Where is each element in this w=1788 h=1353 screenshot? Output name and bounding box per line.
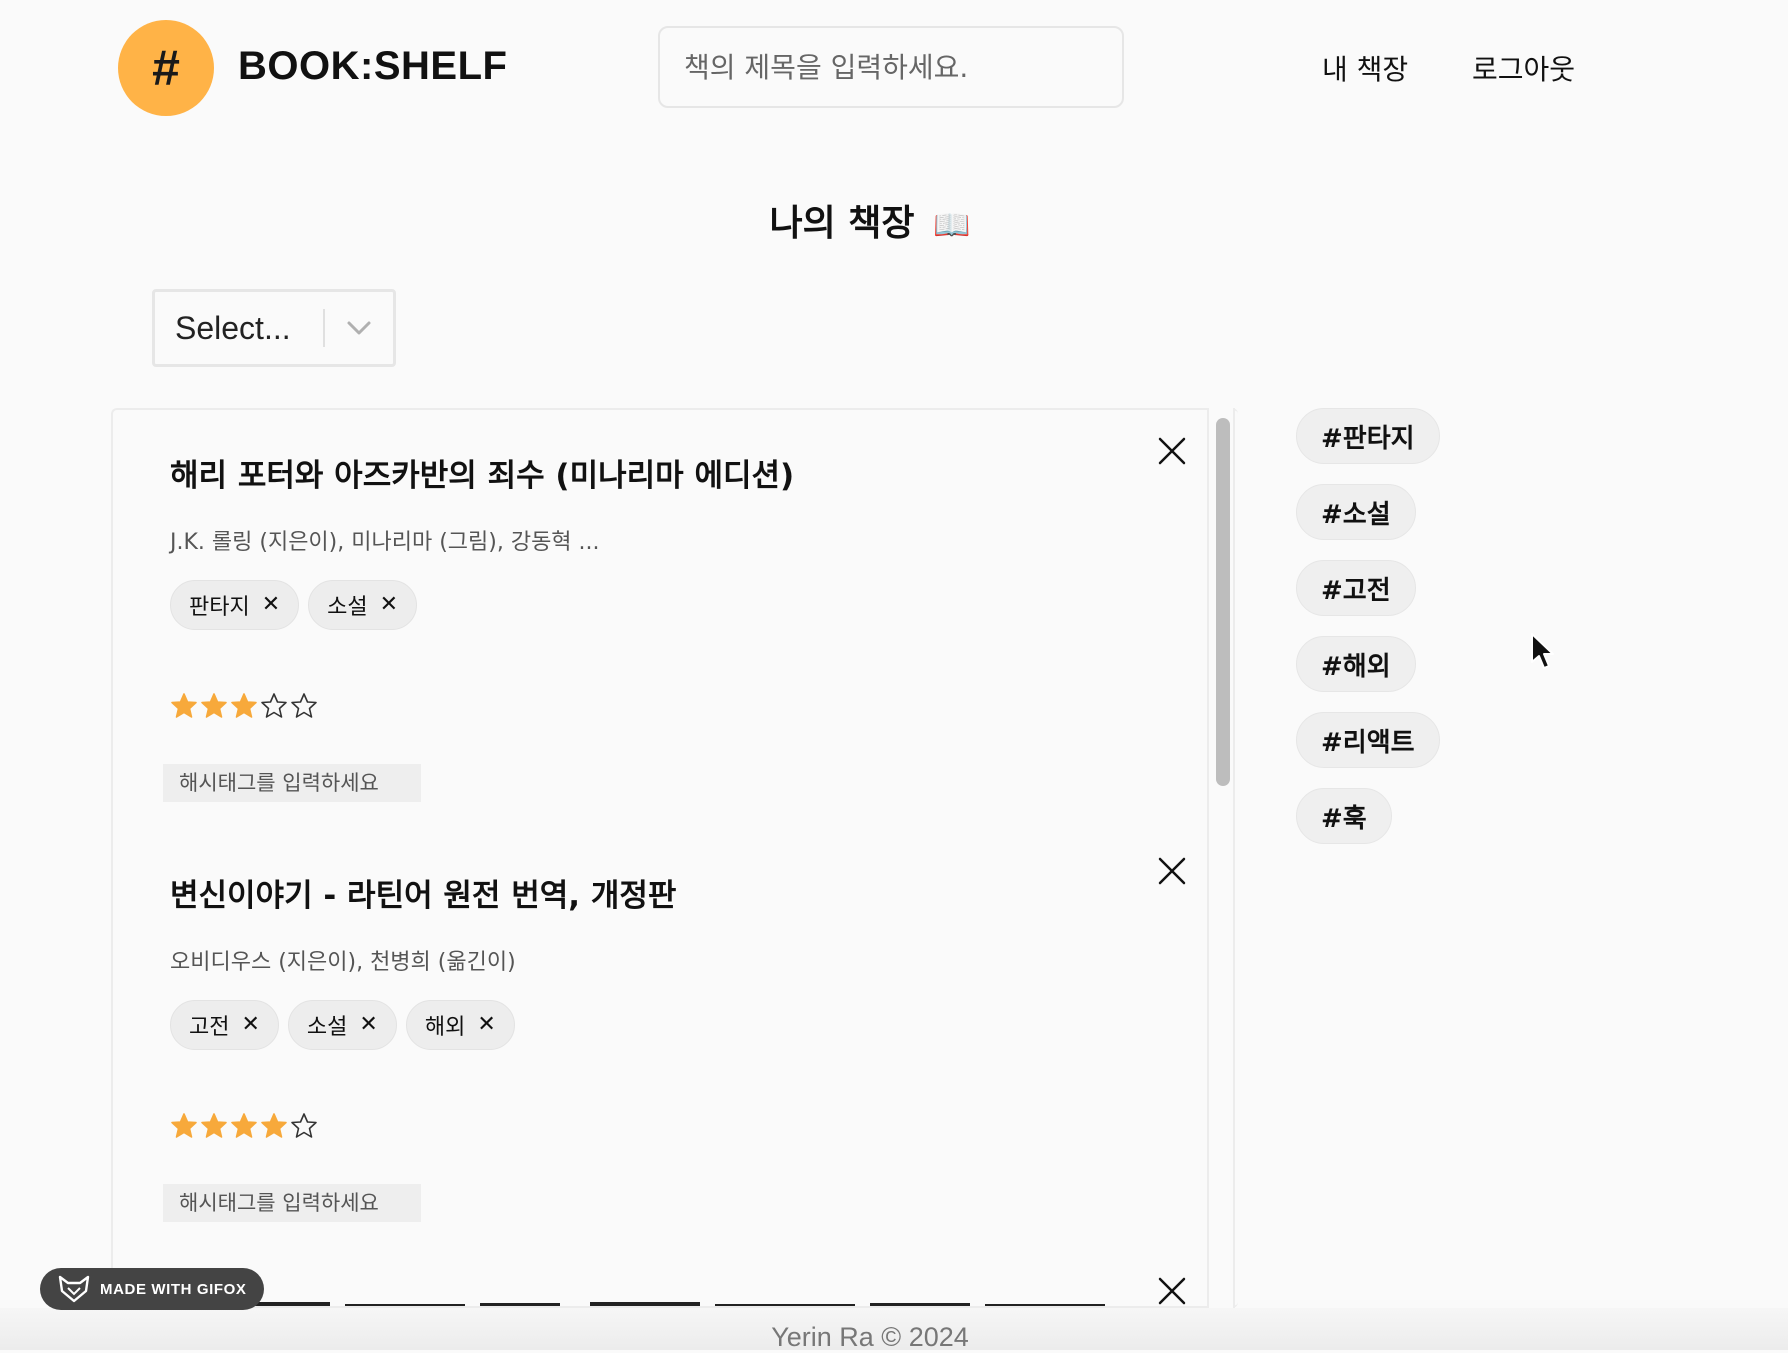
star-filled-icon[interactable] [260,1112,288,1140]
star-filled-icon[interactable] [170,692,198,720]
remove-tag-icon[interactable]: ✕ [477,1014,495,1036]
book-tag: 해외 ✕ [405,1000,515,1050]
hashtag-filter[interactable]: #판타지 [1296,408,1440,464]
star-filled-icon[interactable] [230,1112,258,1140]
book-title-partial [170,1299,1120,1306]
star-empty-icon[interactable] [290,1112,318,1140]
tag-label: 고전 [189,1015,230,1040]
star-empty-icon[interactable] [260,692,288,720]
star-filled-icon[interactable] [170,1112,198,1140]
remove-tag-icon[interactable]: ✕ [380,594,398,616]
book-tags: 고전 ✕ 소설 ✕ 해외 ✕ [170,1000,515,1050]
mouse-cursor-icon [1531,633,1554,669]
close-icon[interactable] [1155,434,1189,468]
tag-label: 소설 [327,595,368,620]
tag-label: 소설 [306,1015,348,1040]
hashtag-input[interactable] [163,764,421,802]
book-authors: 오비디우스 (지은이), 천병희 (옮긴이) [170,950,516,975]
nav-my-bookshelf[interactable]: 내 책장 [1322,48,1408,88]
book-card: 변신이야기 - 라틴어 원전 번역, 개정판 오비디우스 (지은이), 천병희 … [113,830,1208,1250]
brand-title[interactable]: BOOK:SHELF [238,44,507,89]
tag-label: 판타지 [189,595,250,620]
footer-copyright: Yerin Ra © 2024 [771,1322,969,1352]
list-scrollbar[interactable] [1207,408,1235,1308]
star-rating[interactable] [170,1112,318,1140]
book-tag: 소설 ✕ [287,1000,397,1050]
book-tag: 판타지 ✕ [170,580,300,630]
star-empty-icon[interactable] [290,692,318,720]
hashtag-filter[interactable]: #리액트 [1296,712,1440,768]
chevron-down-icon[interactable] [325,320,393,336]
hashtag-filter[interactable]: #소설 [1296,484,1416,540]
close-icon[interactable] [1155,1274,1189,1308]
select-value: Select... [175,309,291,346]
logo-symbol: # [152,40,180,96]
remove-tag-icon[interactable]: ✕ [262,594,280,616]
book-authors: J.K. 롤링 (지은이), 미나리마 (그림), 강동혁 ... [170,530,600,555]
watermark-text: MADE WITH GIFOX [100,1280,247,1298]
book-title[interactable]: 변신이야기 - 라틴어 원전 번역, 개정판 [170,870,676,915]
hashtag-filter[interactable]: #고전 [1296,560,1416,616]
open-book-icon: 📖 [933,208,971,243]
remove-tag-icon[interactable]: ✕ [241,1014,259,1036]
hashtag-filter[interactable]: #훅 [1296,788,1392,844]
page-title-text: 나의 책장 [769,203,915,244]
gifox-watermark: MADE WITH GIFOX [40,1268,264,1310]
book-card: 해리 포터와 아즈카반의 죄수 (미나리마 에디션) J.K. 롤링 (지은이)… [113,410,1208,830]
remove-tag-icon[interactable]: ✕ [359,1014,377,1036]
book-title[interactable]: 해리 포터와 아즈카반의 죄수 (미나리마 에디션) [170,450,794,495]
fox-logo-icon [58,1275,90,1303]
tag-label: 해외 [424,1015,466,1040]
logo-icon[interactable]: # [118,20,214,116]
book-tag: 소설 ✕ [308,580,418,630]
page-title: 나의 책장 📖 [0,194,1740,246]
category-select[interactable]: Select... [152,289,396,367]
star-filled-icon[interactable] [200,692,228,720]
nav-logout[interactable]: 로그아웃 [1472,48,1575,88]
scrollbar-thumb[interactable] [1216,418,1230,786]
star-filled-icon[interactable] [200,1112,228,1140]
close-icon[interactable] [1155,854,1189,888]
book-list[interactable]: 해리 포터와 아즈카반의 죄수 (미나리마 에디션) J.K. 롤링 (지은이)… [111,408,1238,1308]
hashtag-filter[interactable]: #해외 [1296,636,1416,692]
search-input[interactable] [658,26,1124,108]
book-tags: 판타지 ✕ 소설 ✕ [170,580,418,630]
book-tag: 고전 ✕ [170,1000,279,1050]
star-filled-icon[interactable] [230,692,258,720]
star-rating[interactable] [170,692,318,720]
hashtag-input[interactable] [163,1184,421,1222]
